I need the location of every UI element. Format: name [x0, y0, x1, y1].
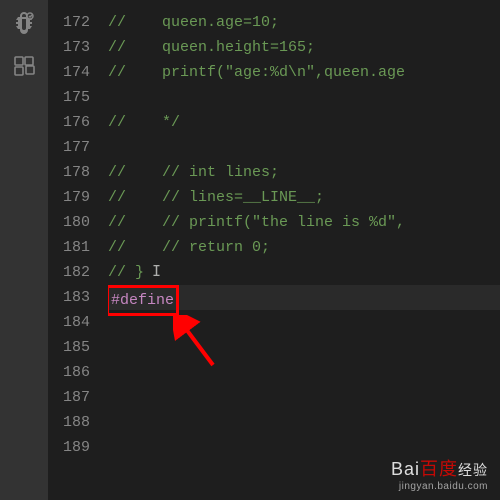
code-content[interactable]: // queen.age=10; // queen.height=165; // p… — [108, 0, 500, 500]
line-number: 189 — [48, 435, 90, 460]
line-number: 174 — [48, 60, 90, 85]
line-number: 185 — [48, 335, 90, 360]
activity-bar — [0, 0, 48, 500]
line-number: 176 — [48, 110, 90, 135]
debug-icon[interactable] — [12, 10, 36, 34]
text-cursor-icon: 𝙸 — [152, 260, 161, 285]
code-line[interactable] — [108, 385, 500, 410]
code-line[interactable]: // // printf("the line is %d", — [108, 210, 500, 235]
code-line[interactable]: #define — [108, 285, 500, 310]
code-line[interactable] — [108, 135, 500, 160]
code-line[interactable] — [108, 360, 500, 385]
line-number: 175 — [48, 85, 90, 110]
watermark-brand-sub: 百度 — [420, 459, 458, 479]
line-number: 186 — [48, 360, 90, 385]
line-number: 181 — [48, 235, 90, 260]
line-number: 184 — [48, 310, 90, 335]
line-number: 178 — [48, 160, 90, 185]
code-line[interactable]: // // int lines; — [108, 160, 500, 185]
line-number: 179 — [48, 185, 90, 210]
code-line[interactable]: // queen.height=165; — [108, 35, 500, 60]
code-text: // // return 0; — [108, 239, 270, 256]
code-line[interactable] — [108, 335, 500, 360]
code-line[interactable] — [108, 410, 500, 435]
line-number: 187 — [48, 385, 90, 410]
code-text: // } — [108, 264, 144, 281]
code-line[interactable]: // printf("age:%d\n",queen.age — [108, 60, 500, 85]
editor-area[interactable]: 1721731741751761771781791801811821831841… — [48, 0, 500, 500]
line-number: 182 — [48, 260, 90, 285]
code-line[interactable]: // // lines=__LINE__; — [108, 185, 500, 210]
code-text: // queen.height=165; — [108, 39, 315, 56]
code-line[interactable] — [108, 310, 500, 335]
code-text: // */ — [108, 114, 180, 131]
code-text: // // printf("the line is %d", — [108, 214, 405, 231]
code-text: // printf("age:%d\n",queen.age — [108, 64, 405, 81]
watermark-url: jingyan.baidu.com — [391, 481, 488, 492]
line-number: 172 — [48, 10, 90, 35]
code-line[interactable]: // */ — [108, 110, 500, 135]
code-text: // // lines=__LINE__; — [108, 189, 324, 206]
line-number: 173 — [48, 35, 90, 60]
watermark-brand-main: Bai — [391, 459, 420, 479]
code-line[interactable]: // queen.age=10; — [108, 10, 500, 35]
line-number: 180 — [48, 210, 90, 235]
code-line[interactable] — [108, 85, 500, 110]
watermark: Bai百度经验 jingyan.baidu.com — [391, 455, 488, 492]
code-line[interactable]: // // return 0; — [108, 235, 500, 260]
line-number: 177 — [48, 135, 90, 160]
line-number: 188 — [48, 410, 90, 435]
line-number-gutter: 1721731741751761771781791801811821831841… — [48, 0, 108, 500]
line-number: 183 — [48, 285, 90, 310]
code-text: // // int lines; — [108, 164, 279, 181]
code-line[interactable]: // } 𝙸 — [108, 260, 500, 285]
extensions-icon[interactable] — [12, 54, 36, 78]
watermark-brand-tail: 经验 — [458, 462, 488, 478]
code-text: // queen.age=10; — [108, 14, 279, 31]
